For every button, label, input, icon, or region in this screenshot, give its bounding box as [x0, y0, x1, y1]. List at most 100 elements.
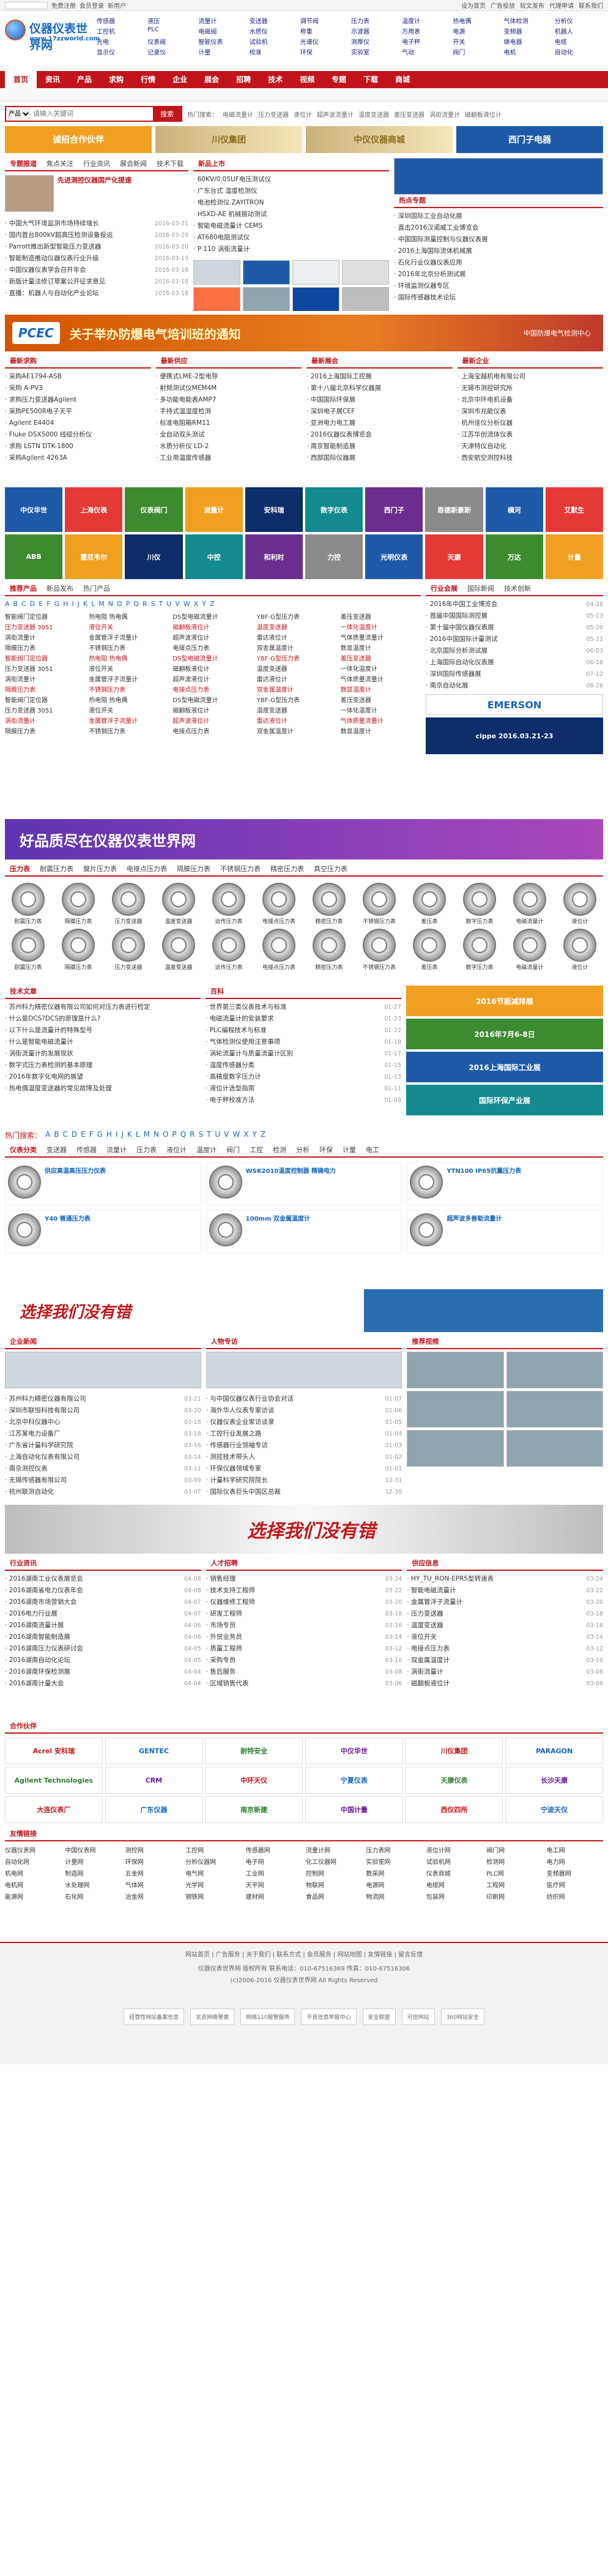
partner-card[interactable]: 中仪华世 — [305, 1737, 403, 1764]
list-item-title[interactable]: 北京中科仪器中心 — [5, 1417, 61, 1428]
friend-link[interactable]: 冶金网 — [125, 1892, 182, 1901]
search-letter[interactable]: N — [154, 1130, 159, 1140]
gauge-card[interactable]: 压力变送器 — [105, 883, 152, 925]
search-letter[interactable]: I — [116, 1130, 118, 1140]
product-thumb[interactable] — [243, 260, 290, 285]
list-item-title[interactable]: 环保仪器领域专家 — [206, 1463, 261, 1475]
news-tab[interactable]: 专题报道 — [5, 158, 42, 170]
category-link[interactable]: 电缆 — [555, 37, 603, 46]
friend-link[interactable]: 天平网 — [246, 1880, 302, 1889]
friend-link[interactable]: 工程网 — [486, 1880, 543, 1889]
list-item-title[interactable]: 中国仪器仪表学会召开年会 — [5, 264, 86, 276]
list-item-title[interactable]: 液位开关 — [407, 1631, 437, 1643]
search-letter[interactable]: T — [207, 1130, 211, 1140]
friend-link[interactable]: 试验机网 — [426, 1857, 483, 1866]
video-thumb[interactable] — [407, 1352, 504, 1388]
list-item[interactable]: 市场专员 03-16 — [206, 1620, 402, 1631]
featured-title[interactable]: 供应高温高压压力仪表 — [45, 1166, 106, 1202]
partner-card[interactable]: Agilent Technologies — [5, 1767, 103, 1794]
list-item[interactable]: 采购PE500R电子天平 — [5, 406, 151, 417]
list-item-title[interactable]: AT680电阻测试仪 — [193, 232, 250, 244]
partner-logo[interactable]: 仪表阀门 — [125, 487, 183, 532]
friend-link[interactable]: 能源网 — [5, 1892, 61, 1901]
friend-link[interactable]: 控制网 — [306, 1868, 362, 1878]
friend-link[interactable]: 机电网 — [5, 1868, 61, 1878]
friend-link[interactable]: 医疗网 — [547, 1880, 603, 1889]
list-item-title[interactable]: 直播：机器人与自动化产业论坛 — [5, 288, 99, 299]
expo-banner[interactable]: 2016上海国际工业展 — [406, 1052, 603, 1082]
list-item-title[interactable]: 世界第三类仪表技术与标准 — [206, 1002, 287, 1013]
list-item[interactable]: 电池检测仪 ZAYITRON — [193, 197, 389, 209]
category-link[interactable]: 校准 — [250, 47, 298, 56]
category-link[interactable]: 分析仪 — [555, 16, 603, 25]
list-item-title[interactable]: 西安航空测控科技 — [458, 452, 513, 464]
index-tab[interactable]: 新品发布 — [42, 583, 78, 595]
product-line-link[interactable]: 涡街流量计 — [5, 674, 85, 683]
friend-link[interactable]: 电工网 — [547, 1845, 603, 1854]
list-item[interactable]: 江苏某电力设备厂 03-18 — [5, 1428, 201, 1440]
list-item[interactable]: 北京中环电机设备 — [458, 394, 604, 406]
partner-logo[interactable]: 万达 — [485, 534, 543, 579]
search-letter[interactable]: O — [163, 1130, 168, 1140]
friend-link[interactable]: 电机网 — [5, 1880, 61, 1889]
list-item[interactable]: AT680电阻测试仪 — [193, 232, 389, 244]
nav-item-2[interactable]: 产品 — [69, 71, 100, 88]
category-link[interactable]: 记录仪 — [147, 47, 196, 56]
list-item-title[interactable]: 热电偶温度变送器的常见故障及处理 — [5, 1083, 112, 1095]
list-item[interactable]: 温度传感器分类 01-15 — [206, 1060, 401, 1071]
gauge-card[interactable]: 隔膜压力表 — [55, 929, 102, 971]
partner-logo[interactable]: 上海仪表 — [65, 487, 123, 532]
list-item-title[interactable]: 中国国际环保展 — [306, 394, 356, 406]
list-item[interactable]: 深圳国际工业自动化展 — [394, 211, 603, 222]
list-item-title[interactable]: 国内首台800kV超高压检测设备投运 — [5, 230, 113, 241]
register-link[interactable]: 免费注册 — [51, 1, 76, 10]
friend-link[interactable]: 仪表商城 — [426, 1868, 483, 1878]
category-link[interactable]: 热电偶 — [453, 16, 501, 25]
product-line-link[interactable]: 雷达液位计 — [257, 632, 337, 642]
featured-card[interactable]: 100mm 双金属温度计 — [206, 1210, 402, 1253]
list-item-title[interactable]: 区域销售代表 — [206, 1678, 248, 1690]
list-item-title[interactable]: HY_TU_RON-EPR5型转速表 — [407, 1573, 494, 1585]
product-line-link[interactable]: 双金属温度计 — [257, 684, 337, 694]
nav-item-8[interactable]: 技术 — [259, 71, 291, 88]
hot-keyword[interactable]: 液位计 — [294, 110, 312, 119]
friend-link[interactable]: 阀门网 — [486, 1845, 543, 1854]
gauge-card[interactable]: 电接点压力表 — [256, 929, 302, 971]
list-item-title[interactable]: 2016年中国工业博览会 — [426, 599, 498, 610]
featured-card[interactable]: 超声波多普勒流量计 — [407, 1210, 603, 1253]
product-line-link[interactable]: 一体化温度计 — [341, 664, 421, 673]
featured-card[interactable]: YTN100 IP65抗震压力表 — [407, 1163, 603, 1205]
product-line-link[interactable]: 压力变送器 3051 — [5, 705, 85, 714]
alpha-letter[interactable]: S — [151, 600, 155, 608]
friend-link[interactable]: PLC网 — [486, 1868, 543, 1878]
product-line-link[interactable]: 磁翻板液位计 — [172, 622, 253, 631]
list-item[interactable]: 电子秤校准方法 01-09 — [206, 1095, 401, 1106]
product-line-link[interactable]: 不锈钢压力表 — [89, 684, 169, 694]
list-item[interactable]: Agilent E4404 — [5, 417, 151, 429]
friend-link[interactable]: 纺织网 — [547, 1892, 603, 1901]
topic-banner[interactable] — [394, 158, 603, 195]
partner-card[interactable]: 中国计量 — [305, 1796, 403, 1823]
nav-item-11[interactable]: 下载 — [355, 71, 387, 88]
industry-tab[interactable]: 行业资讯 — [5, 1557, 42, 1570]
alpha-letter[interactable]: F — [46, 600, 50, 608]
list-item-title[interactable]: 采购 A-PV3 — [5, 383, 43, 394]
list-item-title[interactable]: 高精度数字压力计 — [206, 1071, 261, 1083]
list-item[interactable]: P 110 涡街流量计 — [193, 244, 389, 255]
list-item[interactable]: 液位计选型指南 01-11 — [206, 1083, 401, 1095]
product-thumb[interactable] — [193, 260, 240, 285]
list-item[interactable]: 中国国际环保展 — [306, 394, 453, 406]
list-item-title[interactable]: 北京国际分析测试展 — [426, 645, 488, 657]
category-link[interactable]: 变频器 — [504, 26, 552, 36]
alpha-letter[interactable]: O — [117, 600, 122, 608]
partner-logo[interactable]: 光明仪表 — [365, 534, 423, 579]
alpha-letter[interactable]: H — [63, 600, 68, 608]
gauge-card[interactable]: 精密压力表 — [306, 929, 352, 971]
list-item[interactable]: 压力变送器 03-18 — [407, 1608, 603, 1620]
partner-logo[interactable]: 西门子 — [365, 487, 423, 532]
gauge-tab[interactable]: 压力表 — [5, 863, 35, 875]
list-item[interactable]: 苏州科力精密仪器有限公司如何对压力表进行检定 — [5, 1002, 201, 1013]
product-line-link[interactable]: 雷达液位计 — [257, 674, 337, 683]
category-link[interactable]: 光电 — [97, 37, 145, 46]
article-link[interactable]: 软文发布 — [520, 1, 544, 10]
